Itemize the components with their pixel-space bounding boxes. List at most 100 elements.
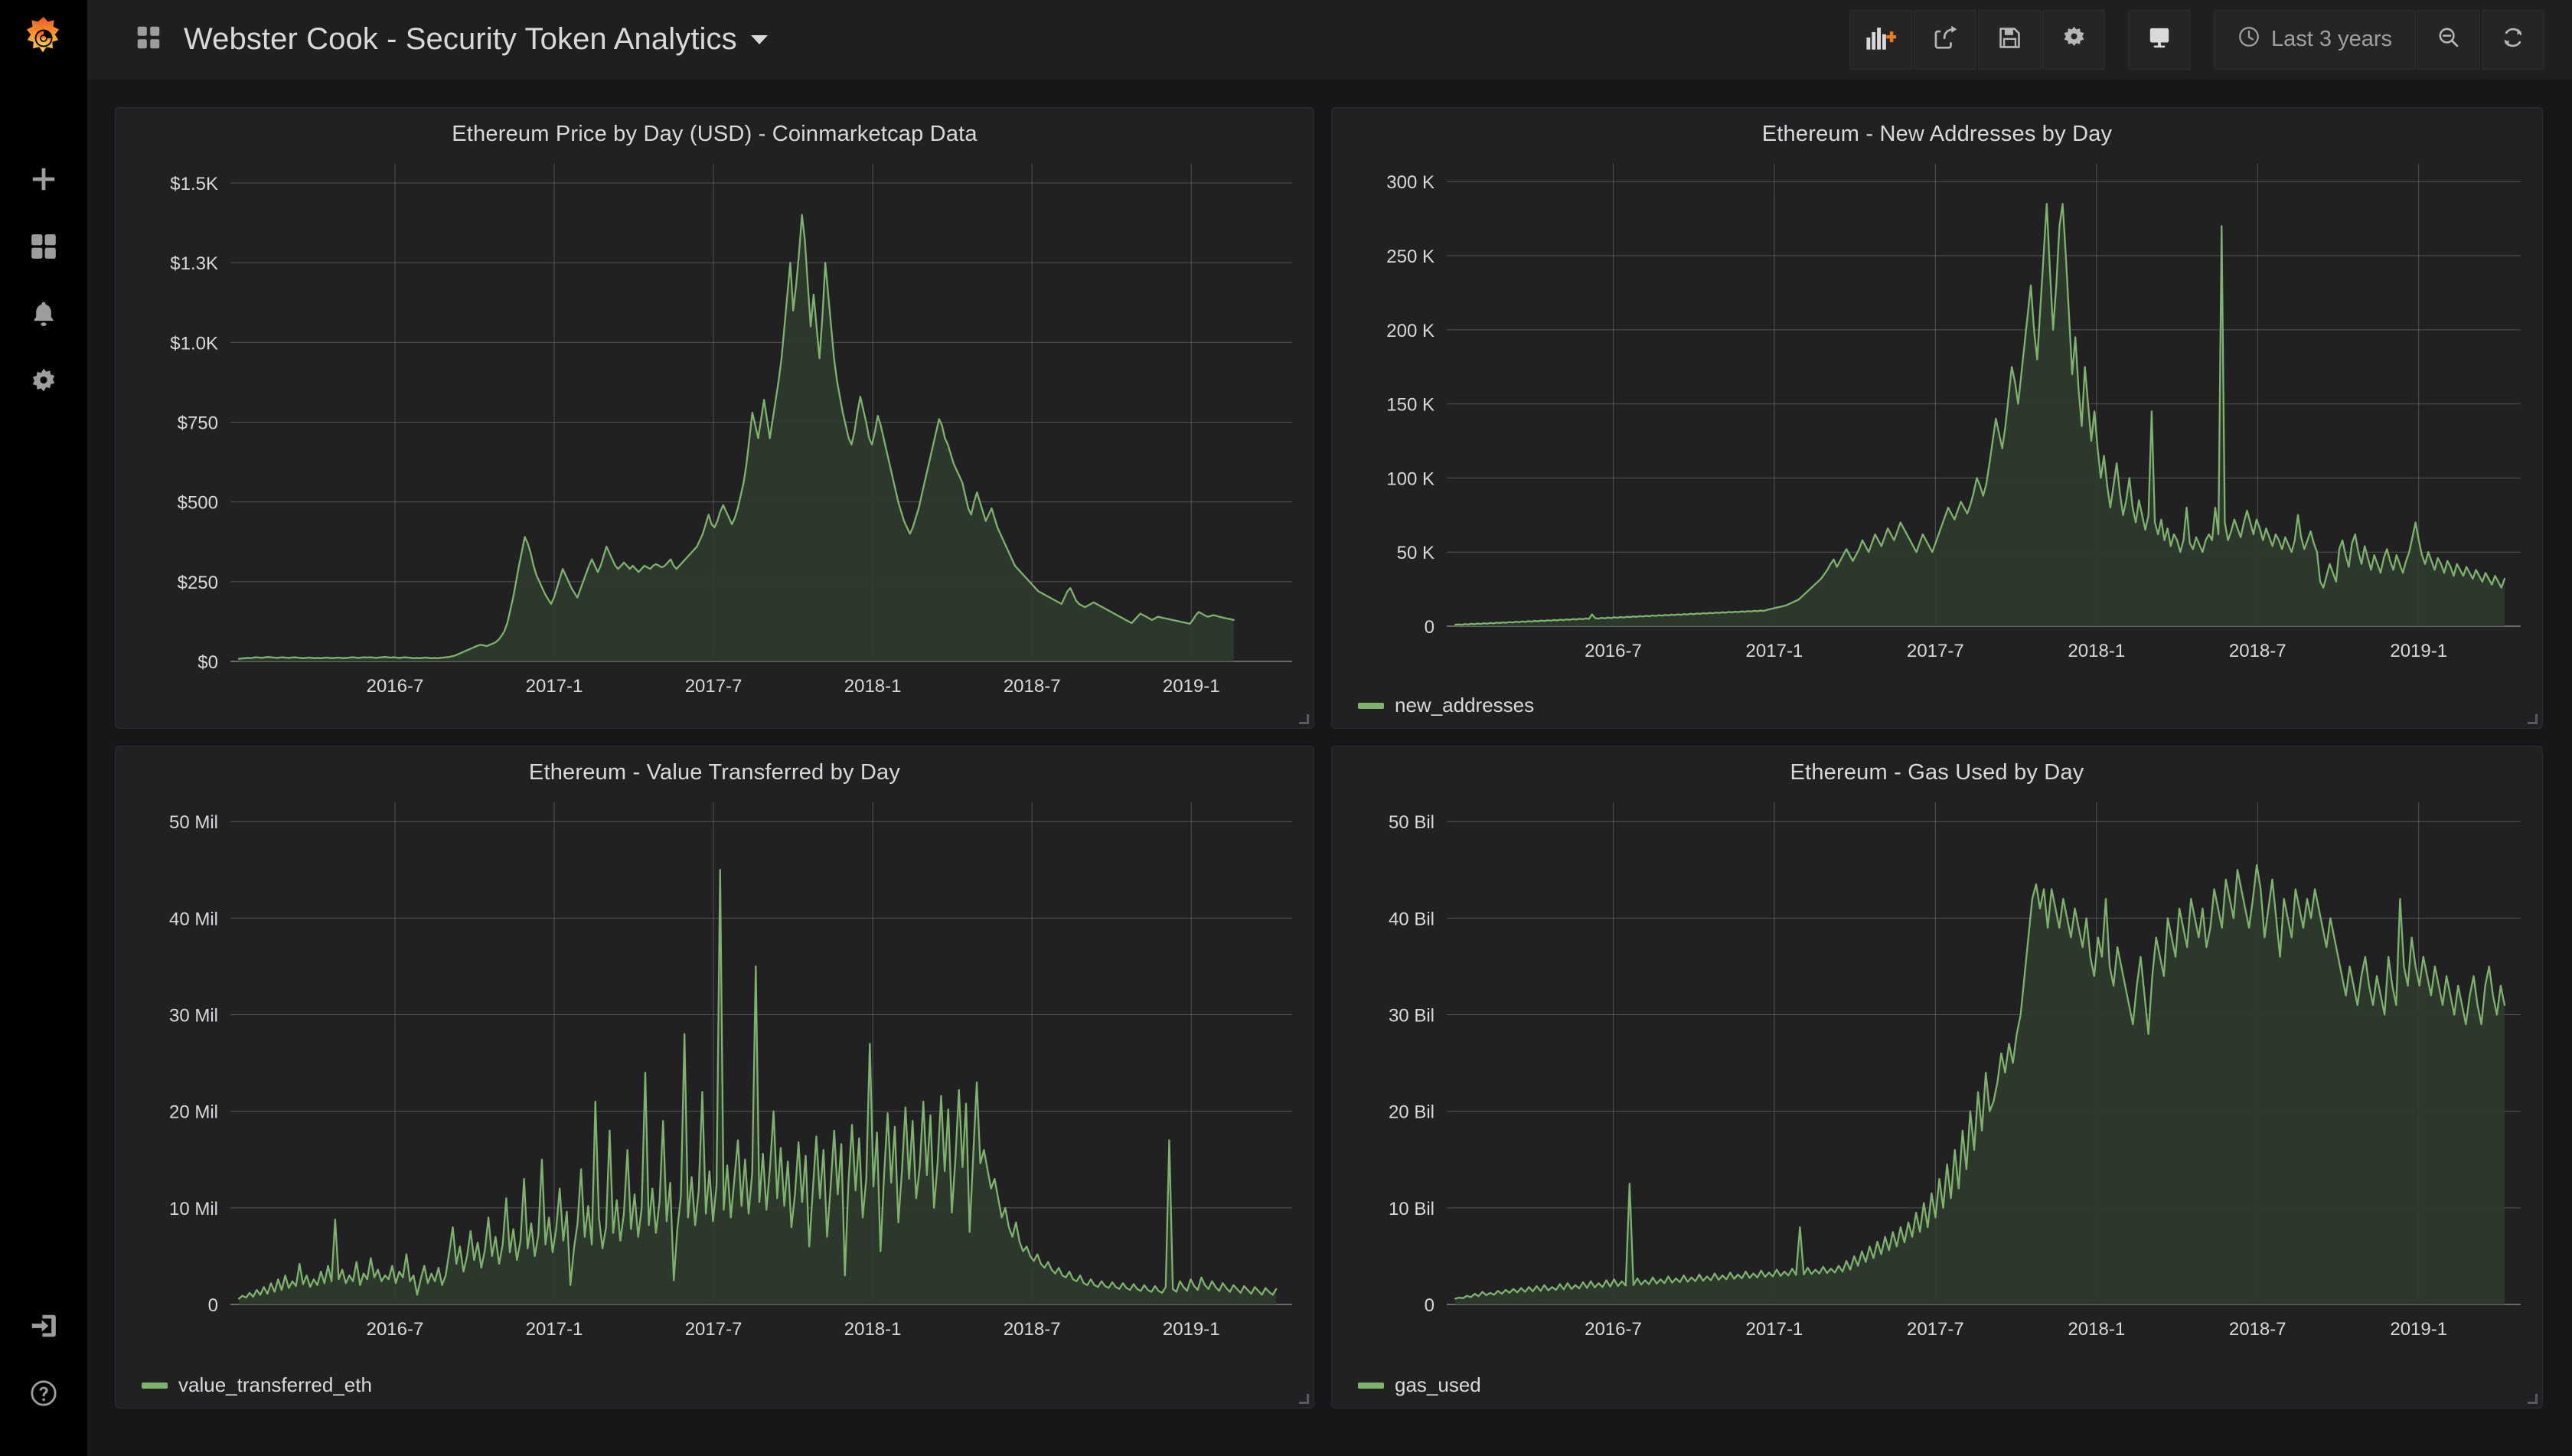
panel-value-transferred[interactable]: Ethereum - Value Transferred by Day 0 10 … [115, 746, 1314, 1409]
question-circle-icon [29, 1379, 58, 1408]
svg-text:2018-1: 2018-1 [844, 676, 902, 697]
svg-text:$0: $0 [197, 652, 218, 673]
sidebar-item-sign-in[interactable] [0, 1292, 87, 1360]
svg-text:2017-1: 2017-1 [526, 1319, 583, 1340]
svg-text:2019-1: 2019-1 [1163, 676, 1220, 697]
legend[interactable]: value_transferred_eth [142, 1373, 372, 1397]
graph-new-addresses[interactable]: 0 50 K 100 K 150 K 200 K 250 K 300 K 2016-7 2017… [1332, 147, 2542, 683]
svg-text:2016-7: 2016-7 [1585, 641, 1642, 661]
svg-text:2017-7: 2017-7 [685, 1319, 743, 1340]
svg-text:$1.5K: $1.5K [170, 174, 218, 194]
share-icon [1932, 24, 1958, 54]
grafana-logo-icon[interactable] [0, 0, 87, 80]
svg-text:10 Bil: 10 Bil [1389, 1199, 1435, 1219]
svg-text:0: 0 [208, 1295, 218, 1316]
add-panel-button[interactable] [1849, 9, 1913, 70]
sidebar-item-help[interactable] [0, 1360, 87, 1427]
legend-color-swatch [1358, 702, 1384, 709]
svg-text:50 Bil: 50 Bil [1389, 812, 1435, 833]
svg-text:2018-7: 2018-7 [1004, 1319, 1061, 1340]
legend[interactable]: new_addresses [1358, 694, 1534, 717]
panel-title: Ethereum Price by Day (USD) - Coinmarket… [452, 122, 978, 146]
dashboards-grid-icon [29, 232, 58, 261]
graph-value-transferred[interactable]: 0 10 Mil 20 Mil 30 Mil 40 Mil 50 Mil 2016-7 201… [116, 785, 1314, 1361]
svg-text:2017-7: 2017-7 [685, 676, 743, 697]
top-navbar: Webster Cook - Security Token Analytics [87, 0, 2572, 80]
svg-text:2017-1: 2017-1 [1746, 641, 1803, 661]
dashboard-settings-button[interactable] [2042, 9, 2106, 70]
gear-icon [2061, 25, 2087, 54]
svg-text:2018-1: 2018-1 [2068, 641, 2125, 661]
svg-text:200 K: 200 K [1386, 321, 1435, 341]
svg-text:$1.3K: $1.3K [170, 253, 218, 274]
dashboard-grid: Ethereum Price by Day (USD) - Coinmarket… [87, 80, 2572, 1456]
plus-icon [29, 165, 58, 194]
svg-text:2018-1: 2018-1 [2068, 1319, 2125, 1340]
dashboard-grid-icon [135, 24, 162, 55]
legend-label[interactable]: gas_used [1395, 1373, 1481, 1397]
dashboard-title-button[interactable]: Webster Cook - Security Token Analytics [87, 0, 768, 80]
sidebar-item-dashboards[interactable] [0, 213, 87, 280]
legend-label[interactable]: value_transferred_eth [178, 1373, 372, 1397]
svg-text:250 K: 250 K [1386, 246, 1435, 267]
time-range-label: Last 3 years [2271, 27, 2392, 51]
svg-text:10 Mil: 10 Mil [169, 1199, 218, 1219]
panel-title: Ethereum - New Addresses by Day [1761, 122, 2113, 146]
share-dashboard-button[interactable] [1914, 9, 1977, 70]
svg-text:2019-1: 2019-1 [2390, 641, 2447, 661]
panel-resize-handle[interactable] [2525, 712, 2539, 726]
svg-text:$250: $250 [178, 573, 218, 593]
refresh-icon [2501, 25, 2525, 54]
svg-text:2019-1: 2019-1 [1163, 1319, 1220, 1340]
legend[interactable]: gas_used [1358, 1373, 1481, 1397]
refresh-button[interactable] [2482, 9, 2544, 70]
svg-text:2018-1: 2018-1 [844, 1319, 902, 1340]
panel-resize-handle[interactable] [2525, 1392, 2539, 1405]
svg-text:2017-7: 2017-7 [1907, 641, 1964, 661]
sidebar-item-create[interactable] [0, 145, 87, 213]
svg-text:20 Mil: 20 Mil [169, 1102, 218, 1123]
svg-text:30 Mil: 30 Mil [169, 1006, 218, 1027]
svg-text:0: 0 [1425, 1295, 1435, 1316]
chevron-down-icon [750, 34, 768, 44]
sidebar-item-alerting[interactable] [0, 280, 87, 348]
sidebar [0, 0, 87, 1456]
panel-resize-handle[interactable] [1297, 712, 1310, 726]
page-title: Webster Cook - Security Token Analytics [184, 22, 737, 56]
svg-text:40 Bil: 40 Bil [1389, 909, 1435, 929]
panel-ethereum-price[interactable]: Ethereum Price by Day (USD) - Coinmarket… [115, 107, 1314, 729]
svg-text:50 Mil: 50 Mil [169, 812, 218, 833]
dashboard-toolbar: Last 3 years [1849, 9, 2572, 70]
add-panel-icon [1865, 24, 1897, 55]
tv-mode-button[interactable] [2128, 9, 2192, 70]
sidebar-item-configuration[interactable] [0, 348, 87, 415]
svg-text:30 Bil: 30 Bil [1389, 1006, 1435, 1027]
panel-resize-handle[interactable] [1297, 1392, 1310, 1405]
svg-text:100 K: 100 K [1386, 468, 1435, 489]
zoom-out-button[interactable] [2417, 9, 2480, 70]
svg-text:40 Mil: 40 Mil [169, 909, 218, 929]
legend-color-swatch [142, 1382, 168, 1389]
panel-title: Ethereum - Value Transferred by Day [528, 760, 901, 785]
legend-label[interactable]: new_addresses [1395, 694, 1534, 717]
save-disk-icon [1997, 25, 2022, 54]
svg-text:2017-1: 2017-1 [1746, 1319, 1803, 1340]
legend-color-swatch [1358, 1382, 1384, 1389]
panel-title: Ethereum - Gas Used by Day [1790, 760, 2084, 785]
graph-gas-used[interactable]: 0 10 Bil 20 Bil 30 Bil 40 Bil 50 Bil 2016-7 201… [1332, 785, 2542, 1361]
panel-gas-used[interactable]: Ethereum - Gas Used by Day 0 10 Bil 20 Bil… [1331, 746, 2543, 1409]
save-dashboard-button[interactable] [1978, 9, 2042, 70]
svg-text:2017-1: 2017-1 [526, 676, 583, 697]
svg-text:20 Bil: 20 Bil [1389, 1102, 1435, 1123]
svg-text:150 K: 150 K [1386, 395, 1435, 416]
svg-text:2018-7: 2018-7 [2229, 1319, 2286, 1340]
svg-text:2016-7: 2016-7 [1585, 1319, 1642, 1340]
time-picker-button[interactable]: Last 3 years [2214, 9, 2416, 70]
svg-text:$500: $500 [178, 493, 218, 514]
svg-text:2018-7: 2018-7 [2229, 641, 2286, 661]
svg-text:300 K: 300 K [1386, 172, 1435, 193]
svg-text:0: 0 [1425, 617, 1435, 638]
panel-new-addresses[interactable]: Ethereum - New Addresses by Day 0 50 K 100… [1331, 107, 2543, 729]
svg-text:$750: $750 [178, 413, 218, 434]
graph-ethereum-price[interactable]: $0 $250 $500 $750 $1.0K $1.3K $1.5K 2016-7 2017-… [116, 147, 1314, 718]
